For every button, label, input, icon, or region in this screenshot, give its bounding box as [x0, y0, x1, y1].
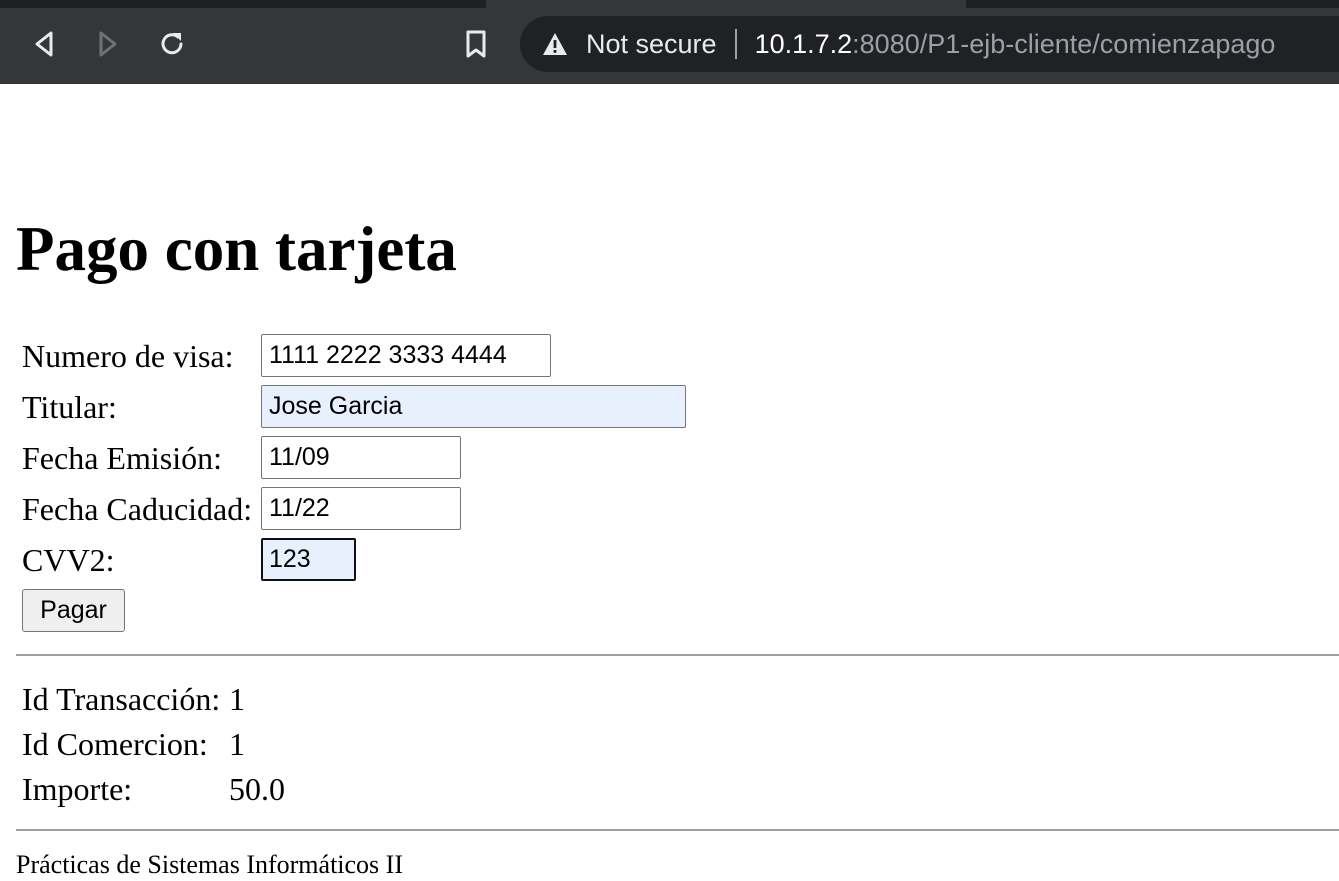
address-bar[interactable]: Not secure 10.1.7.2:8080/P1-ejb-cliente/…	[520, 16, 1339, 72]
omnibox-divider	[734, 29, 737, 59]
pagar-button[interactable]: Pagar	[22, 589, 125, 632]
fecha-emision-input[interactable]	[261, 436, 461, 479]
tab-strip	[0, 0, 1339, 8]
warning-icon[interactable]	[542, 32, 568, 56]
back-icon	[32, 30, 56, 58]
back-button[interactable]	[24, 24, 64, 64]
titular-input[interactable]	[261, 385, 686, 428]
cvv2-input[interactable]	[261, 538, 356, 581]
browser-toolbar: Not secure 10.1.7.2:8080/P1-ejb-cliente/…	[0, 0, 1339, 84]
cvv-label: CVV2:	[22, 542, 115, 578]
caducidad-label: Fecha Caducidad:	[22, 491, 253, 527]
url-path: :8080/P1-ejb-cliente/comienzapago	[852, 28, 1276, 59]
url-host: 10.1.7.2	[754, 28, 853, 59]
transaccion-label: Id Transacción:	[22, 681, 221, 717]
security-label[interactable]: Not secure	[586, 29, 717, 60]
visa-label: Numero de visa:	[22, 338, 234, 374]
bookmark-icon	[464, 29, 488, 59]
comercio-label: Id Comercion:	[22, 726, 208, 762]
bookmark-button[interactable]	[456, 24, 496, 64]
forward-button[interactable]	[88, 24, 128, 64]
importe-label: Importe:	[22, 771, 133, 807]
divider-top	[16, 654, 1339, 656]
visa-number-input[interactable]	[261, 334, 551, 377]
emision-label: Fecha Emisión:	[22, 440, 222, 476]
forward-icon	[96, 30, 120, 58]
fecha-caducidad-input[interactable]	[261, 487, 461, 530]
transaccion-value: 1	[229, 681, 245, 717]
importe-value: 50.0	[229, 771, 285, 807]
titular-label: Titular:	[22, 389, 117, 425]
comercio-value: 1	[229, 726, 245, 762]
page-title: Pago con tarjeta	[16, 214, 457, 284]
reload-icon	[157, 29, 187, 59]
footer-text: Prácticas de Sistemas Informáticos II	[16, 850, 403, 879]
reload-button[interactable]	[152, 24, 192, 64]
active-tab[interactable]	[486, 0, 966, 8]
